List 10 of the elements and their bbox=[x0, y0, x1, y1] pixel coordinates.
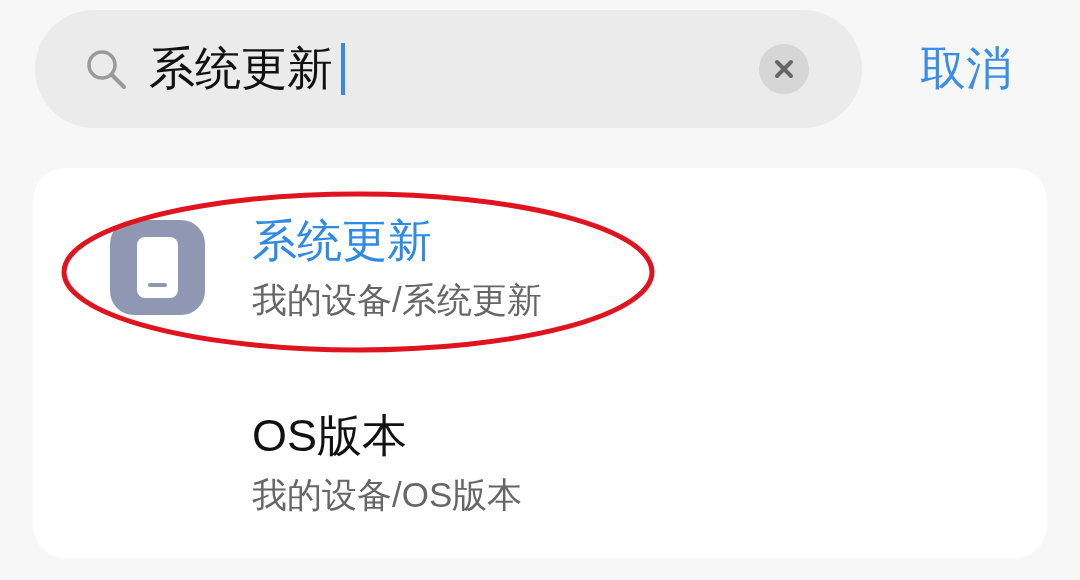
search-field[interactable]: 系统更新 bbox=[149, 42, 339, 96]
text-cursor bbox=[341, 43, 345, 95]
search-icon bbox=[85, 48, 127, 90]
phone-icon bbox=[110, 219, 205, 315]
result-title[interactable]: 系统更新 bbox=[252, 210, 542, 271]
clear-button[interactable] bbox=[759, 44, 809, 94]
result-path: 我的设备/系统更新 bbox=[252, 278, 542, 321]
close-icon bbox=[774, 59, 794, 79]
result-path: 我的设备/OS版本 bbox=[252, 473, 523, 516]
result-title[interactable]: OS版本 bbox=[252, 405, 523, 466]
